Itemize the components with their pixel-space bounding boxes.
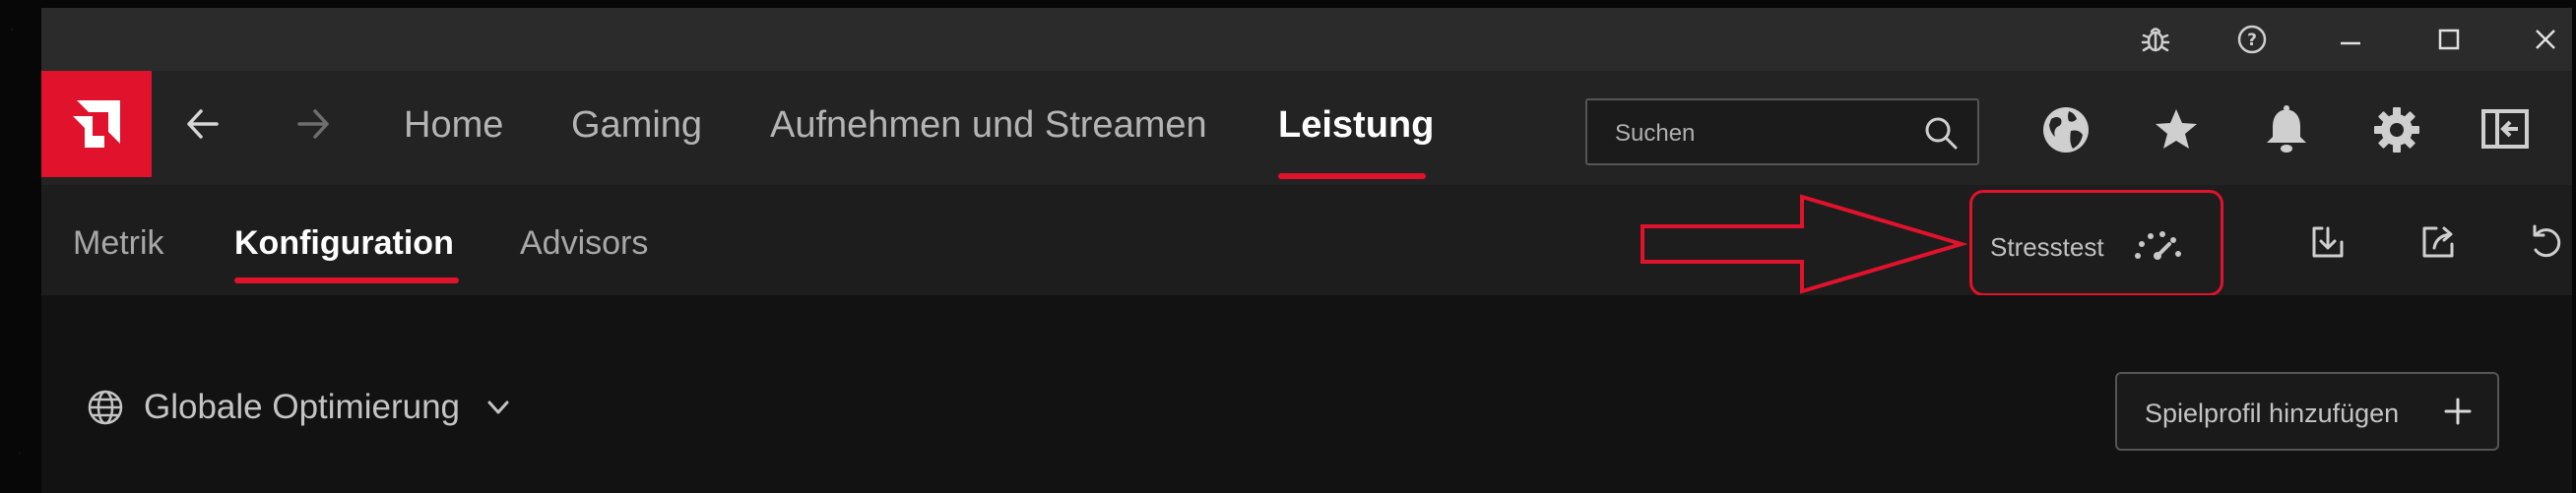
help-icon: ? <box>2237 25 2267 54</box>
chevron-down-icon <box>487 401 509 414</box>
arrow-right-icon <box>297 109 329 139</box>
bell-icon <box>2267 105 2306 153</box>
close-icon <box>2536 30 2555 49</box>
maximize-button[interactable] <box>2424 18 2474 61</box>
amd-logo-icon <box>73 100 120 148</box>
globe-icon <box>2043 107 2089 153</box>
gauge-icon <box>2135 231 2181 260</box>
star-icon <box>2156 109 2197 149</box>
stresstest-label: Stresstest <box>1990 232 2104 262</box>
tab-konfiguration[interactable]: Konfiguration <box>234 224 454 263</box>
maximize-icon <box>2438 29 2460 50</box>
minimize-icon <box>2341 41 2360 45</box>
back-button[interactable] <box>181 102 225 146</box>
search-icon[interactable] <box>1922 114 1960 152</box>
help-button[interactable]: ? <box>2227 18 2277 61</box>
nav-aufnehmen-streamen[interactable]: Aufnehmen und Streamen <box>770 104 1207 147</box>
reset-button[interactable] <box>2525 220 2568 264</box>
tab-advisors[interactable]: Advisors <box>520 224 648 263</box>
bug-icon <box>2141 28 2170 52</box>
stresstest-button[interactable]: Stresstest <box>1969 190 2223 296</box>
sidebar-toggle-button[interactable] <box>2479 104 2531 155</box>
tab-metrik[interactable]: Metrik <box>73 224 164 263</box>
nav-home[interactable]: Home <box>404 104 503 147</box>
minimize-button[interactable] <box>2326 18 2375 61</box>
profile-label: Globale Optimierung <box>144 388 460 426</box>
notifications-button[interactable] <box>2261 104 2312 155</box>
search-input[interactable]: Suchen <box>1615 120 1695 148</box>
nav-active-indicator <box>1278 173 1426 179</box>
globe-icon <box>88 390 123 425</box>
add-game-profile-label: Spielprofil hinzufügen <box>2145 399 2400 428</box>
close-button[interactable] <box>2521 18 2570 61</box>
app-window: ? Home Gaming Aufnehmen und Streamen Lei… <box>41 8 2572 493</box>
main-navigation: Home Gaming Aufnehmen und Streamen Leist… <box>41 71 2572 185</box>
gear-icon <box>2374 107 2419 153</box>
sub-navigation: Metrik Konfiguration Advisors Stresstest <box>41 185 2572 296</box>
add-game-profile-button[interactable]: Spielprofil hinzufügen <box>2115 372 2499 451</box>
import-icon <box>2312 226 2344 258</box>
annotation-arrow <box>1641 194 1967 294</box>
nav-leistung[interactable]: Leistung <box>1278 104 1434 147</box>
bug-report-button[interactable] <box>2131 18 2180 61</box>
sidebar-toggle-icon <box>2481 109 2529 149</box>
plus-icon <box>2444 398 2472 425</box>
search-box[interactable]: Suchen <box>1585 98 1979 165</box>
nav-gaming[interactable]: Gaming <box>571 104 702 147</box>
export-icon <box>2422 226 2454 258</box>
favorites-button[interactable] <box>2151 104 2202 155</box>
tab-active-indicator <box>234 277 459 283</box>
content-area: Globale Optimierung Spielprofil hinzufüg… <box>41 295 2572 493</box>
settings-button[interactable] <box>2371 104 2422 155</box>
profile-selector[interactable]: Globale Optimierung <box>87 382 513 433</box>
reset-icon <box>2533 224 2561 258</box>
arrow-left-icon <box>187 109 219 139</box>
svg-text:?: ? <box>2247 31 2257 50</box>
amd-logo[interactable] <box>41 71 152 177</box>
forward-button[interactable] <box>291 102 335 146</box>
title-bar: ? <box>41 8 2572 71</box>
globe-button[interactable] <box>2040 104 2092 155</box>
import-button[interactable] <box>2306 220 2350 264</box>
export-button[interactable] <box>2416 220 2460 264</box>
